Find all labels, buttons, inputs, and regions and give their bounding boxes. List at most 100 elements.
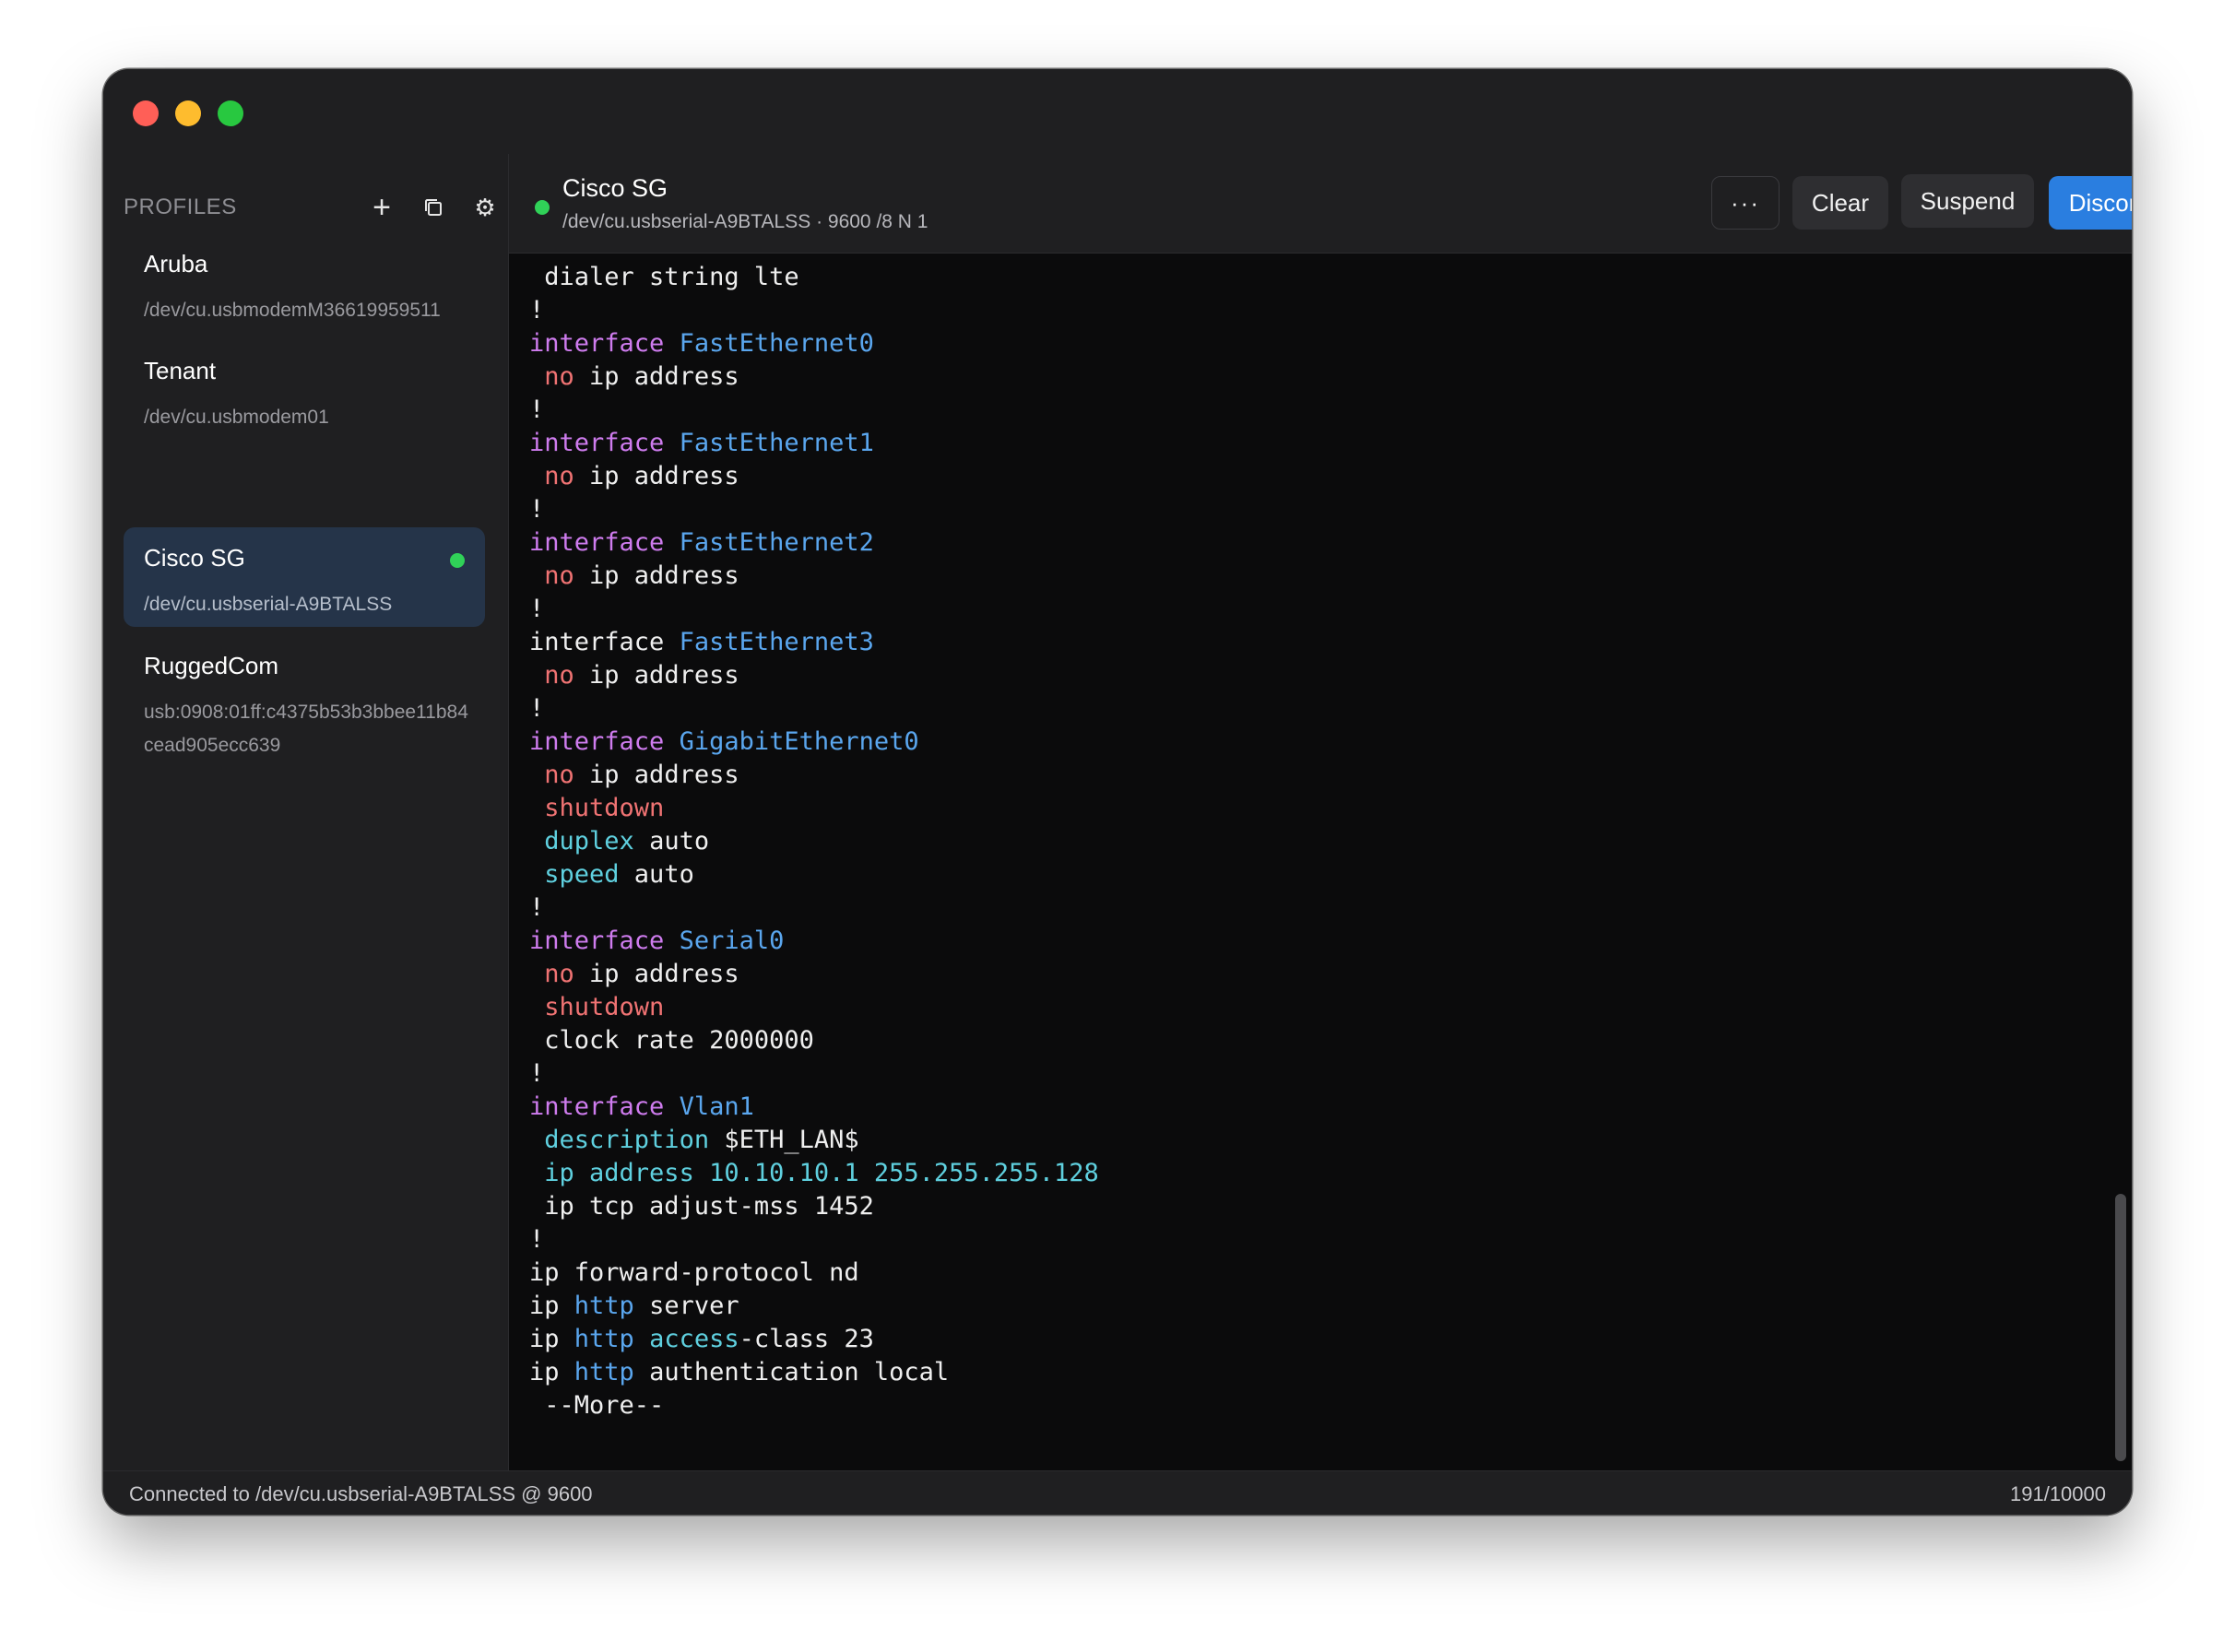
connection-status-text: Connected to /dev/cu.usbserial-A9BTALSS … <box>129 1482 593 1505</box>
close-window-button[interactable] <box>133 100 159 126</box>
profile-item-cisco-sg[interactable]: Cisco SG /dev/cu.usbserial-A9BTALSS <box>124 527 485 627</box>
terminal-token: no <box>544 761 574 789</box>
terminal-line: no ip address <box>529 759 1099 792</box>
terminal-token: ip address 10.10.10.1 255.255.255.128 <box>544 1159 1099 1187</box>
add-profile-icon[interactable]: + <box>363 189 400 226</box>
terminal-line: ! <box>529 692 1099 726</box>
session-title: Cisco SG <box>562 174 668 202</box>
terminal-line: shutdown <box>529 792 1099 825</box>
terminal-token: server <box>633 1292 739 1320</box>
profile-item-tenant[interactable]: Tenant /dev/cu.usbmodem01 <box>124 340 485 436</box>
buffer-line-count: 191/10000 <box>2010 1482 2106 1505</box>
suspend-button[interactable]: Suspend <box>1901 174 2034 228</box>
terminal-line: no ip address <box>529 560 1099 593</box>
terminal-token: no <box>544 960 574 988</box>
terminal-token: ! <box>529 1059 545 1088</box>
terminal-line: --More-- <box>529 1389 1099 1422</box>
session-port-settings: /dev/cu.usbserial-A9BTALSS · 9600 /8 N 1 <box>562 211 928 232</box>
terminal-token: ip address <box>574 362 739 391</box>
profile-path: /dev/cu.usbmodemM36619959511 <box>144 300 441 321</box>
terminal-token: no <box>544 462 574 490</box>
connection-status-dot <box>535 200 550 215</box>
terminal-token: interface <box>529 727 665 756</box>
terminal-token: ip address <box>574 561 739 590</box>
app-window: PROFILES + ⚙ Aruba /dev/cu.usbmodemM3661… <box>103 69 2132 1515</box>
terminal-token: http <box>574 1325 634 1353</box>
terminal-line: duplex auto <box>529 825 1099 858</box>
terminal-token: interface <box>529 628 680 656</box>
sidebar: PROFILES + ⚙ Aruba /dev/cu.usbmodemM3661… <box>103 154 509 1470</box>
terminal-line: no ip address <box>529 958 1099 991</box>
terminal-token: no <box>544 362 574 391</box>
terminal-line: interface Serial0 <box>529 925 1099 958</box>
terminal-line: ip http authentication local <box>529 1356 1099 1389</box>
terminal-token: dialer string lte <box>529 263 799 291</box>
terminal-token: ! <box>529 694 545 723</box>
settings-gear-icon[interactable]: ⚙ <box>467 189 503 226</box>
terminal-token: ip address <box>574 462 739 490</box>
terminal-token: ip address <box>574 661 739 690</box>
terminal-token: ! <box>529 893 545 922</box>
session-header: Cisco SG /dev/cu.usbserial-A9BTALSS · 96… <box>509 154 2132 254</box>
zoom-window-button[interactable] <box>218 100 243 126</box>
terminal-line: ! <box>529 891 1099 925</box>
terminal-token: ! <box>529 595 545 623</box>
terminal-line: ip http server <box>529 1290 1099 1323</box>
terminal-line: clock rate 2000000 <box>529 1024 1099 1057</box>
terminal-token: description <box>544 1126 710 1154</box>
profile-path: /dev/cu.usbserial-A9BTALSS <box>144 594 393 615</box>
terminal-line: speed auto <box>529 858 1099 891</box>
terminal-line: ip forward-protocol nd <box>529 1257 1099 1290</box>
terminal-token: FastEthernet2 <box>679 528 874 557</box>
terminal-token: shutdown <box>544 794 665 822</box>
terminal-token: ! <box>529 1225 545 1254</box>
terminal-line: interface FastEthernet3 <box>529 626 1099 659</box>
terminal-scrollbar[interactable] <box>2115 1194 2126 1461</box>
terminal-token: interface <box>529 1092 665 1121</box>
terminal-token: http <box>574 1358 634 1386</box>
terminal-token: ip <box>529 1292 574 1320</box>
terminal-token: authentication local <box>633 1358 950 1386</box>
terminal-line: no ip address <box>529 360 1099 394</box>
sidebar-header: PROFILES + ⚙ <box>124 189 496 226</box>
terminal-token: ip <box>529 1325 574 1353</box>
profile-item-ruggedcom[interactable]: RuggedCom usb:0908:01ff:c4375b53b3bbee11… <box>124 635 485 764</box>
terminal-line: dialer string lte <box>529 261 1099 294</box>
terminal-line: interface FastEthernet0 <box>529 327 1099 360</box>
terminal-token: ! <box>529 395 545 424</box>
profile-path: usb:0908:01ff:c4375b53b3bbee11b84cead905… <box>144 702 468 756</box>
profile-name: RuggedCom <box>144 652 278 679</box>
minimize-window-button[interactable] <box>175 100 201 126</box>
duplicate-profile-icon[interactable] <box>415 189 452 226</box>
clear-button[interactable]: Clear <box>1792 176 1888 230</box>
terminal-token: Serial0 <box>679 926 785 955</box>
terminal-token: ip forward-protocol nd <box>529 1258 859 1287</box>
more-options-button[interactable]: ··· <box>1711 176 1780 230</box>
terminal-token: duplex <box>544 827 634 856</box>
terminal-token: clock rate 2000000 <box>529 1026 814 1055</box>
terminal-line: interface GigabitEthernet0 <box>529 726 1099 759</box>
terminal-output[interactable]: dialer string lte! interface FastEthernet… <box>509 254 2132 1470</box>
terminal-token: no <box>544 561 574 590</box>
terminal-line: ! <box>529 294 1099 327</box>
profile-name: Tenant <box>144 357 217 384</box>
terminal-line: ! <box>529 1223 1099 1257</box>
terminal-token: FastEthernet3 <box>679 628 874 656</box>
disconnect-button[interactable]: Disconnect <box>2049 176 2132 230</box>
terminal-token: ! <box>529 495 545 524</box>
terminal-token: shutdown <box>544 993 665 1021</box>
terminal-line: ip http access-class 23 <box>529 1323 1099 1356</box>
profile-item-aruba[interactable]: Aruba /dev/cu.usbmodemM36619959511 <box>124 233 485 329</box>
terminal-token: GigabitEthernet0 <box>679 727 919 756</box>
connected-status-dot <box>450 553 465 568</box>
terminal-token: -class 23 <box>739 1325 874 1353</box>
